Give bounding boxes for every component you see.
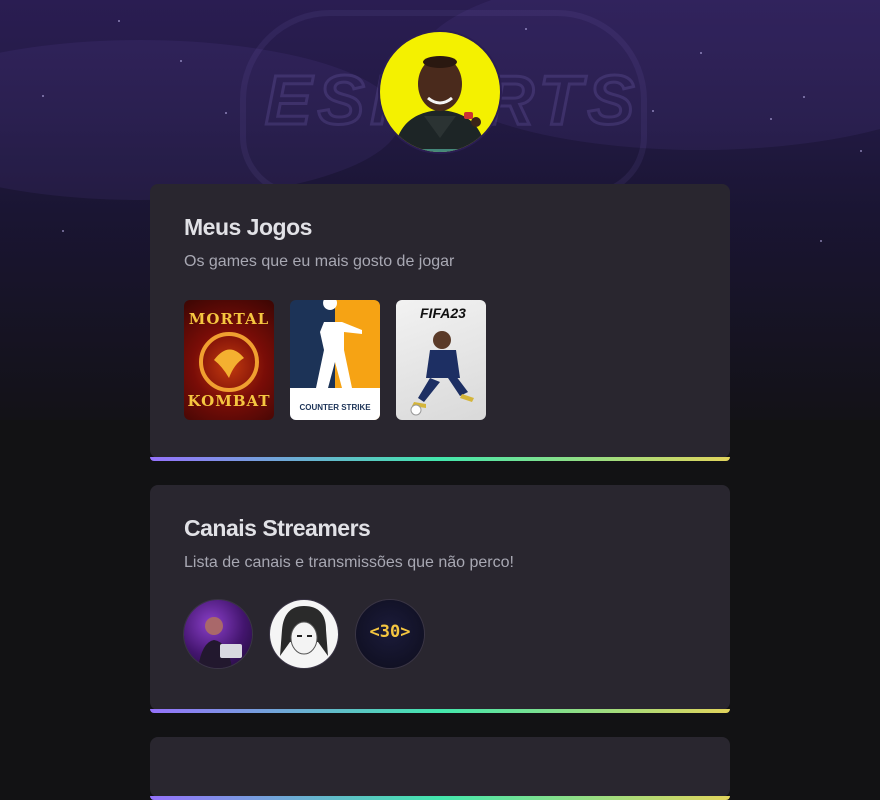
games-card: Meus Jogos Os games que eu mais gosto de… xyxy=(150,184,730,461)
game-counter-strike[interactable]: COUNTER STRIKE xyxy=(290,300,380,420)
game-label: COUNTER STRIKE xyxy=(299,403,371,412)
next-card xyxy=(150,737,730,800)
game-title-bottom: KOMBAT xyxy=(187,392,271,410)
streamers-list: <30> xyxy=(184,600,696,668)
streamer-logo-text: <30> xyxy=(369,622,411,642)
game-mortal-kombat[interactable]: MORTAL KOMBAT xyxy=(184,300,274,420)
streamer-avatar-3[interactable]: <30> xyxy=(356,600,424,668)
games-subtitle: Os games que eu mais gosto de jogar xyxy=(184,253,455,270)
streamers-subtitle: Lista de canais e transmissões que não p… xyxy=(184,554,514,571)
games-title: Meus Jogos xyxy=(184,214,312,240)
games-list: MORTAL KOMBAT COUNTER STRIKE FIFA23 xyxy=(184,300,696,420)
streamer-photo-icon xyxy=(198,617,242,668)
streamers-title: Canais Streamers xyxy=(184,515,371,541)
game-fifa-23[interactable]: FIFA23 xyxy=(396,300,486,420)
streamer-avatar-2[interactable] xyxy=(270,600,338,668)
streamers-card: Canais Streamers Lista de canais e trans… xyxy=(150,485,730,713)
streamer-avatar-1[interactable] xyxy=(184,600,252,668)
profile-avatar xyxy=(380,32,500,152)
game-label: FIFA23 xyxy=(420,305,466,321)
manga-character-icon xyxy=(280,606,328,656)
soldier-silhouette-icon xyxy=(316,300,362,388)
game-title-top: MORTAL xyxy=(188,310,270,328)
